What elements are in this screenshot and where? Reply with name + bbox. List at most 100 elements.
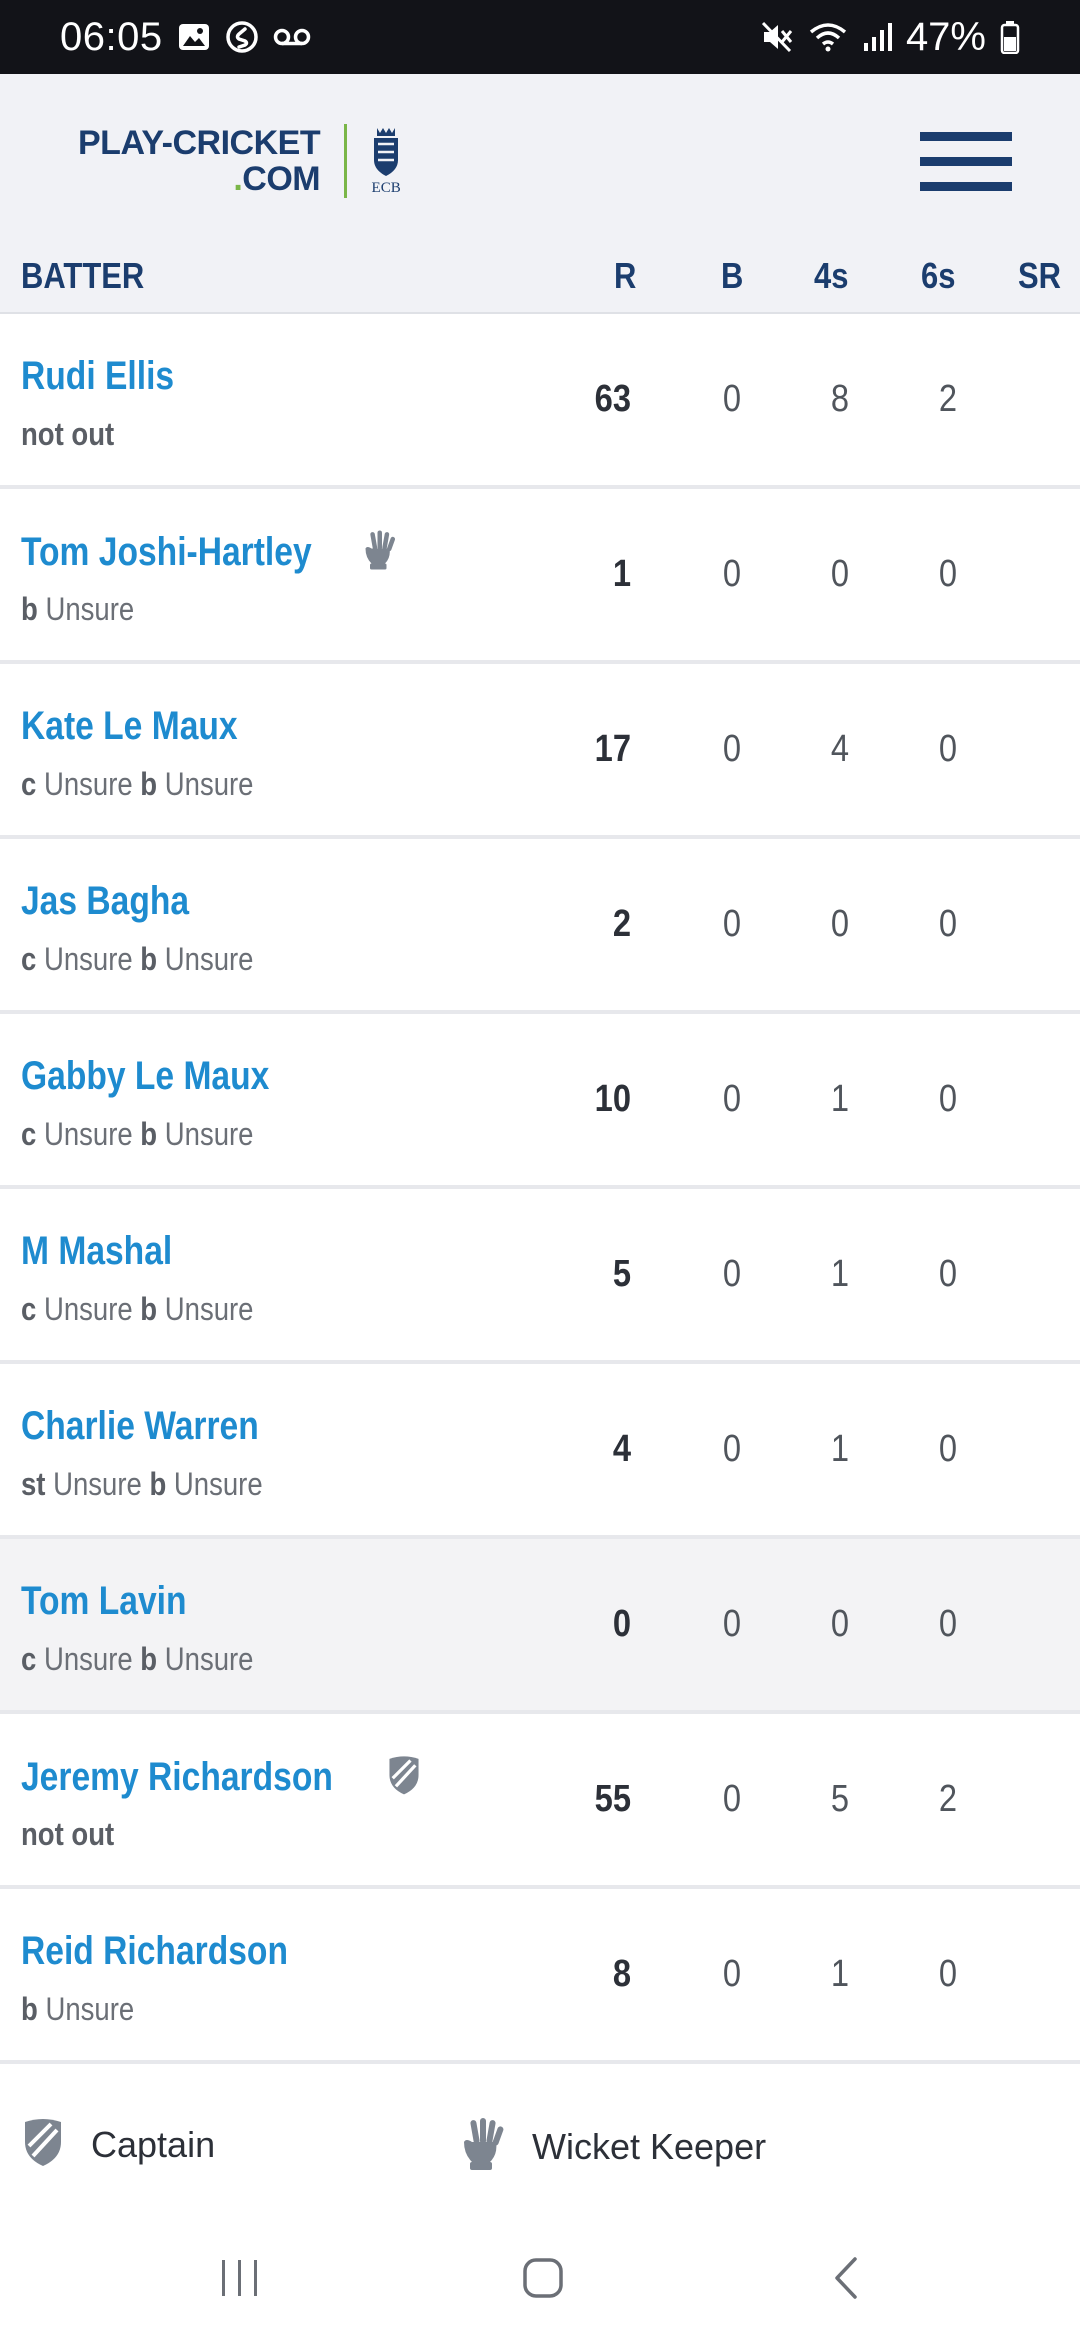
batter-name-link[interactable]: Tom Lavin bbox=[21, 1579, 187, 1624]
legend-wicket-keeper: Wicket Keeper bbox=[458, 2116, 766, 2177]
dismissal-part: Unsure bbox=[157, 1641, 254, 1677]
back-icon bbox=[835, 2257, 857, 2299]
battery-percent: 47% bbox=[905, 14, 986, 59]
ecb-crest-icon bbox=[374, 127, 399, 176]
dismissal-part: Unsure bbox=[45, 1466, 150, 1502]
dismissal-part: b bbox=[140, 1291, 158, 1327]
home-button[interactable] bbox=[483, 2216, 603, 2340]
batter-name-link[interactable]: M Mashal bbox=[21, 1229, 172, 1274]
table-row[interactable]: Jas Bagha c Unsure b Unsure 2 0 0 0 bbox=[0, 839, 1080, 1014]
captain-shield-icon bbox=[21, 2116, 65, 2173]
runs-value: 5 bbox=[612, 1253, 631, 1295]
dismissal-text: not out bbox=[21, 1816, 114, 1853]
batter-name-link[interactable]: Charlie Warren bbox=[21, 1404, 259, 1449]
sixes-value: 0 bbox=[938, 1953, 958, 1995]
wicket-keeper-glove-icon bbox=[458, 2116, 506, 2177]
strike-rate-value bbox=[1006, 1014, 1075, 1185]
batter-name-line: Reid Richardson bbox=[21, 1929, 339, 1974]
dismissal-part: c bbox=[21, 766, 37, 802]
sixes-value: 0 bbox=[938, 1078, 958, 1120]
batter-name-line: M Mashal bbox=[21, 1229, 201, 1274]
batting-scorecard: Rudi Ellis not out 63 0 8 2 Tom Joshi-Hartley b… bbox=[0, 314, 1080, 2064]
balls-value: 0 bbox=[722, 1428, 742, 1470]
batter-name-line: Gabby Le Maux bbox=[21, 1054, 317, 1099]
sixes-value: 2 bbox=[938, 1778, 958, 1820]
recents-button[interactable] bbox=[180, 2216, 300, 2340]
dismissal-part: st bbox=[21, 1466, 46, 1502]
batter-name-link[interactable]: Kate Le Maux bbox=[21, 704, 238, 749]
ecb-emblem: ECB bbox=[369, 126, 403, 197]
table-row[interactable]: Charlie Warren st Unsure b Unsure 4 0 1 0 bbox=[0, 1364, 1080, 1539]
balls-value: 0 bbox=[722, 903, 742, 945]
logo-line1: PLAY-CRICKET bbox=[78, 124, 321, 162]
runs-value: 4 bbox=[612, 1428, 631, 1470]
balls-value: 0 bbox=[722, 1603, 742, 1645]
status-time: 06:05 bbox=[60, 14, 163, 59]
runs-value: 63 bbox=[594, 378, 631, 420]
balls-value: 0 bbox=[722, 1953, 742, 1995]
sixes-value: 2 bbox=[938, 378, 958, 420]
batter-name-link[interactable]: Rudi Ellis bbox=[21, 354, 174, 399]
table-row[interactable]: Tom Joshi-Hartley b Unsure 1 0 0 0 bbox=[0, 489, 1080, 664]
dismissal-text: b Unsure bbox=[21, 1991, 134, 2028]
strike-rate-value bbox=[1006, 489, 1075, 660]
back-button[interactable] bbox=[786, 2216, 906, 2340]
fours-value: 1 bbox=[830, 1428, 850, 1470]
home-icon bbox=[523, 2258, 563, 2298]
dismissal-part: c bbox=[21, 941, 37, 977]
dismissal-text: c Unsure b Unsure bbox=[21, 766, 253, 803]
voicemail-icon bbox=[273, 26, 311, 48]
batter-name-line: Kate Le Maux bbox=[21, 704, 279, 749]
dismissal-part: Unsure bbox=[36, 1116, 141, 1152]
balls-value: 0 bbox=[722, 728, 742, 770]
balls-value: 0 bbox=[722, 553, 742, 595]
fours-value: 1 bbox=[830, 1078, 850, 1120]
batter-name-link[interactable]: Jas Bagha bbox=[21, 879, 189, 924]
play-cricket-logo[interactable]: PLAY-CRICKET .COM ECB bbox=[78, 124, 403, 198]
balls-value: 0 bbox=[722, 1253, 742, 1295]
dismissal-part: b bbox=[21, 1991, 38, 2027]
dismissal-part: b bbox=[149, 1466, 167, 1502]
legend-captain: Captain bbox=[21, 2116, 215, 2173]
dismissal-part: Unsure bbox=[166, 1466, 263, 1502]
logo-wordmark: PLAY-CRICKET .COM bbox=[78, 124, 321, 198]
dismissal-text: c Unsure b Unsure bbox=[21, 1641, 253, 1678]
table-row[interactable]: Jeremy Richardson not out 55 0 5 2 bbox=[0, 1714, 1080, 1889]
dismissal-part: Unsure bbox=[36, 1291, 141, 1327]
sixes-value: 0 bbox=[938, 903, 958, 945]
dismissal-part: b bbox=[140, 941, 158, 977]
hamburger-menu-button[interactable] bbox=[920, 128, 1012, 194]
table-row[interactable]: Kate Le Maux c Unsure b Unsure 17 0 4 0 bbox=[0, 664, 1080, 839]
strike-rate-value bbox=[1006, 1364, 1075, 1535]
table-row[interactable]: Reid Richardson b Unsure 8 0 1 0 bbox=[0, 1889, 1080, 2064]
signal-icon bbox=[862, 21, 892, 53]
dismissal-part: c bbox=[21, 1116, 37, 1152]
status-bar: 06:05 47% bbox=[0, 0, 1080, 74]
fours-value: 1 bbox=[830, 1253, 850, 1295]
table-row[interactable]: Tom Lavin c Unsure b Unsure 0 0 0 0 bbox=[0, 1539, 1080, 1714]
column-header-runs: R bbox=[614, 255, 637, 296]
dismissal-part: b bbox=[21, 591, 38, 627]
role-legend: Captain Wicket Keeper bbox=[0, 2066, 1080, 2216]
dismissal-part: Unsure bbox=[157, 766, 254, 802]
sixes-value: 0 bbox=[938, 553, 958, 595]
mute-icon bbox=[760, 20, 794, 54]
table-row[interactable]: Rudi Ellis not out 63 0 8 2 bbox=[0, 314, 1080, 489]
runs-value: 10 bbox=[594, 1078, 631, 1120]
batter-name-link[interactable]: Gabby Le Maux bbox=[21, 1054, 269, 1099]
batter-name-link[interactable]: Tom Joshi-Hartley bbox=[21, 530, 312, 575]
logo-com: COM bbox=[242, 160, 321, 198]
image-icon bbox=[177, 22, 211, 52]
dismissal-part: c bbox=[21, 1291, 37, 1327]
scorecard-header-row: BATTER R B 4s 6s SR bbox=[0, 240, 1080, 314]
shazam-icon bbox=[225, 20, 259, 54]
table-row[interactable]: M Mashal c Unsure b Unsure 5 0 1 0 bbox=[0, 1189, 1080, 1364]
sixes-value: 0 bbox=[938, 1428, 958, 1470]
legend-captain-label: Captain bbox=[91, 2123, 216, 2165]
logo-dot: . bbox=[233, 160, 243, 198]
batter-name-link[interactable]: Jeremy Richardson bbox=[21, 1755, 333, 1800]
column-header-strike-rate: SR bbox=[1018, 255, 1062, 296]
app-header: PLAY-CRICKET .COM ECB bbox=[0, 74, 1080, 240]
batter-name-link[interactable]: Reid Richardson bbox=[21, 1929, 288, 1974]
table-row[interactable]: Gabby Le Maux c Unsure b Unsure 10 0 1 0 bbox=[0, 1014, 1080, 1189]
